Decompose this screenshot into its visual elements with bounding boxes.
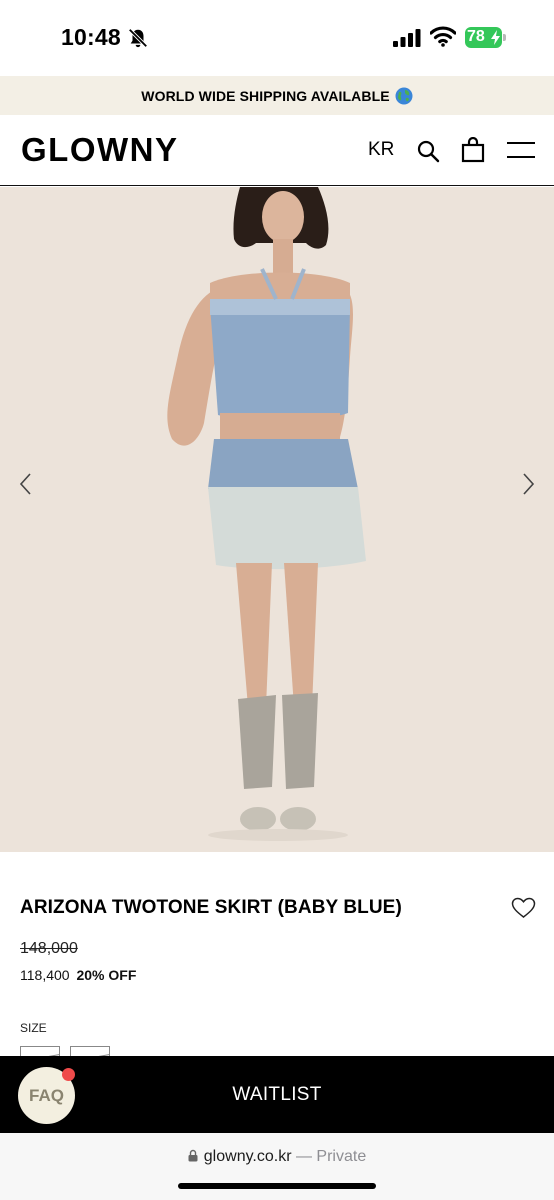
battery-level: 78 — [467, 28, 485, 45]
waitlist-label: WAITLIST — [232, 1083, 322, 1105]
search-icon[interactable] — [416, 139, 440, 163]
previous-image-arrow-icon[interactable] — [16, 469, 36, 499]
next-image-arrow-icon[interactable] — [518, 469, 538, 499]
home-indicator — [178, 1183, 376, 1189]
waitlist-button[interactable]: WAITLIST — [0, 1056, 554, 1133]
menu-icon[interactable] — [507, 140, 535, 160]
promo-banner: WORLD WIDE SHIPPING AVAILABLE — [0, 76, 554, 115]
brand-logo[interactable]: GLOWNY — [21, 131, 178, 169]
promo-text: WORLD WIDE SHIPPING AVAILABLE — [141, 87, 390, 104]
private-mode-label: — Private — [295, 1148, 367, 1165]
faq-button[interactable]: FAQ — [18, 1067, 75, 1124]
charging-bolt-icon — [491, 30, 500, 45]
battery-indicator: 78 — [465, 27, 507, 49]
sale-price-row: 118,400 20% OFF — [20, 967, 136, 983]
browser-address-bar[interactable]: glowny.co.kr — Private — [0, 1133, 554, 1200]
discount-badge: 20% OFF — [76, 967, 137, 983]
globe-icon — [395, 87, 413, 104]
notification-dot — [62, 1068, 75, 1081]
lock-icon — [188, 1149, 198, 1162]
product-gallery[interactable] — [0, 187, 554, 852]
address-content: glowny.co.kr — Private — [0, 1148, 554, 1166]
heart-icon[interactable] — [511, 897, 536, 919]
bell-slash-icon — [128, 28, 148, 48]
address-domain: glowny.co.kr — [203, 1148, 292, 1165]
shopping-bag-icon[interactable] — [461, 137, 485, 163]
status-time: 10:48 — [61, 24, 121, 50]
site-header: GLOWNY KR — [0, 115, 554, 186]
size-label: SIZE — [20, 1021, 47, 1035]
faq-label: FAQ — [29, 1085, 64, 1105]
wifi-icon — [430, 26, 456, 47]
status-bar: 10:48 78 — [0, 0, 554, 76]
product-photo — [0, 187, 554, 852]
original-price: 148,000 — [20, 940, 78, 957]
sale-price: 118,400 — [20, 967, 70, 983]
product-title: ARIZONA TWOTONE SKIRT (BABY BLUE) — [20, 897, 402, 918]
signal-icon — [393, 29, 421, 47]
language-switch[interactable]: KR — [368, 139, 394, 161]
